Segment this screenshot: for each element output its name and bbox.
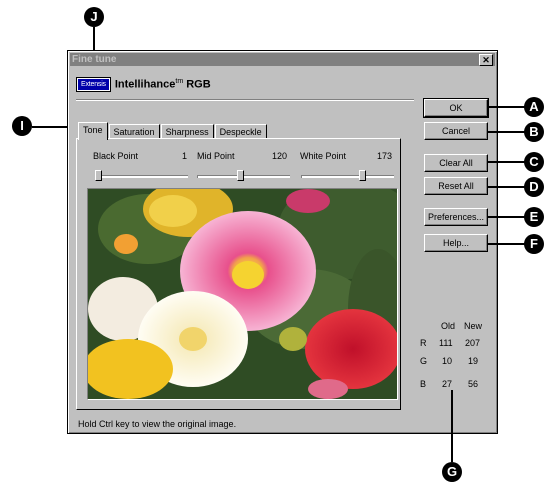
ok-button[interactable]: OK [423, 98, 489, 118]
help-button[interactable]: Help... [424, 234, 488, 252]
reset-all-button[interactable]: Reset All [424, 177, 488, 195]
black-point-track[interactable] [95, 175, 188, 178]
b-new-value: 56 [468, 379, 479, 389]
mid-point-label: Mid Point [197, 151, 235, 161]
g-channel-label: G [420, 356, 428, 366]
callout-g: G [442, 462, 462, 482]
tab-despeckle[interactable]: Despeckle [214, 124, 267, 139]
r-old-value: 111 [439, 338, 453, 348]
callout-a-leader [488, 106, 528, 108]
r-channel-label: R [420, 338, 427, 348]
status-text: Hold Ctrl key to view the original image… [78, 419, 237, 429]
g-new-value: 19 [468, 356, 479, 366]
white-point-value: 173 [376, 151, 392, 161]
g-old-value: 10 [442, 356, 453, 366]
r-new-value: 207 [465, 338, 481, 348]
old-header: Old [441, 321, 456, 331]
mid-point-slider[interactable] [236, 170, 244, 181]
black-point-slider[interactable] [95, 170, 102, 181]
window-title: Fine tune [72, 54, 117, 65]
callout-b-leader [488, 131, 528, 133]
black-point-label: Black Point [93, 151, 139, 161]
brand-row: Extensis Intellihancetm RGB [76, 76, 211, 92]
white-point-label: White Point [300, 151, 347, 161]
preferences-button[interactable]: Preferences... [424, 208, 488, 226]
new-header: New [464, 321, 483, 331]
extensis-logo: Extensis [76, 76, 111, 92]
callout-j: J [84, 7, 104, 27]
callout-d-leader [488, 186, 528, 188]
white-point-slider[interactable] [358, 170, 366, 181]
tab-sharpness[interactable]: Sharpness [160, 124, 214, 139]
preview-image[interactable] [87, 188, 398, 400]
cancel-button[interactable]: Cancel [424, 122, 488, 140]
callout-i: I [12, 116, 32, 136]
callout-c-leader [488, 161, 528, 163]
callout-f: F [524, 234, 544, 254]
tab-strip: Tone Saturation Sharpness Despeckle [78, 122, 268, 140]
clear-all-button[interactable]: Clear All [424, 154, 488, 172]
callout-g-leader [451, 390, 453, 462]
callout-a: A [524, 97, 544, 117]
product-name: Intellihancetm RGB [114, 77, 211, 91]
mid-point-value: 120 [271, 151, 287, 161]
fine-tune-dialog: Fine tune ✕ Extensis Intellihancetm RGB … [67, 50, 498, 434]
callout-e: E [524, 207, 544, 227]
tab-tone[interactable]: Tone [78, 122, 108, 140]
callout-e-leader [488, 216, 528, 218]
white-point-track[interactable] [301, 175, 394, 178]
header-separator [76, 99, 414, 101]
title-bar: Fine tune ✕ [70, 53, 495, 66]
flower-photo [88, 189, 397, 399]
callout-f-leader [488, 243, 528, 245]
black-point-value: 1 [181, 151, 187, 161]
b-channel-label: B [420, 379, 427, 389]
callout-b: B [524, 122, 544, 142]
close-icon[interactable]: ✕ [479, 54, 493, 66]
callout-c: C [524, 152, 544, 172]
callout-d: D [524, 177, 544, 197]
tone-panel: Black Point 1 Mid Point 120 White Point … [76, 138, 401, 410]
b-old-value: 27 [442, 379, 453, 389]
tab-saturation[interactable]: Saturation [108, 124, 160, 139]
